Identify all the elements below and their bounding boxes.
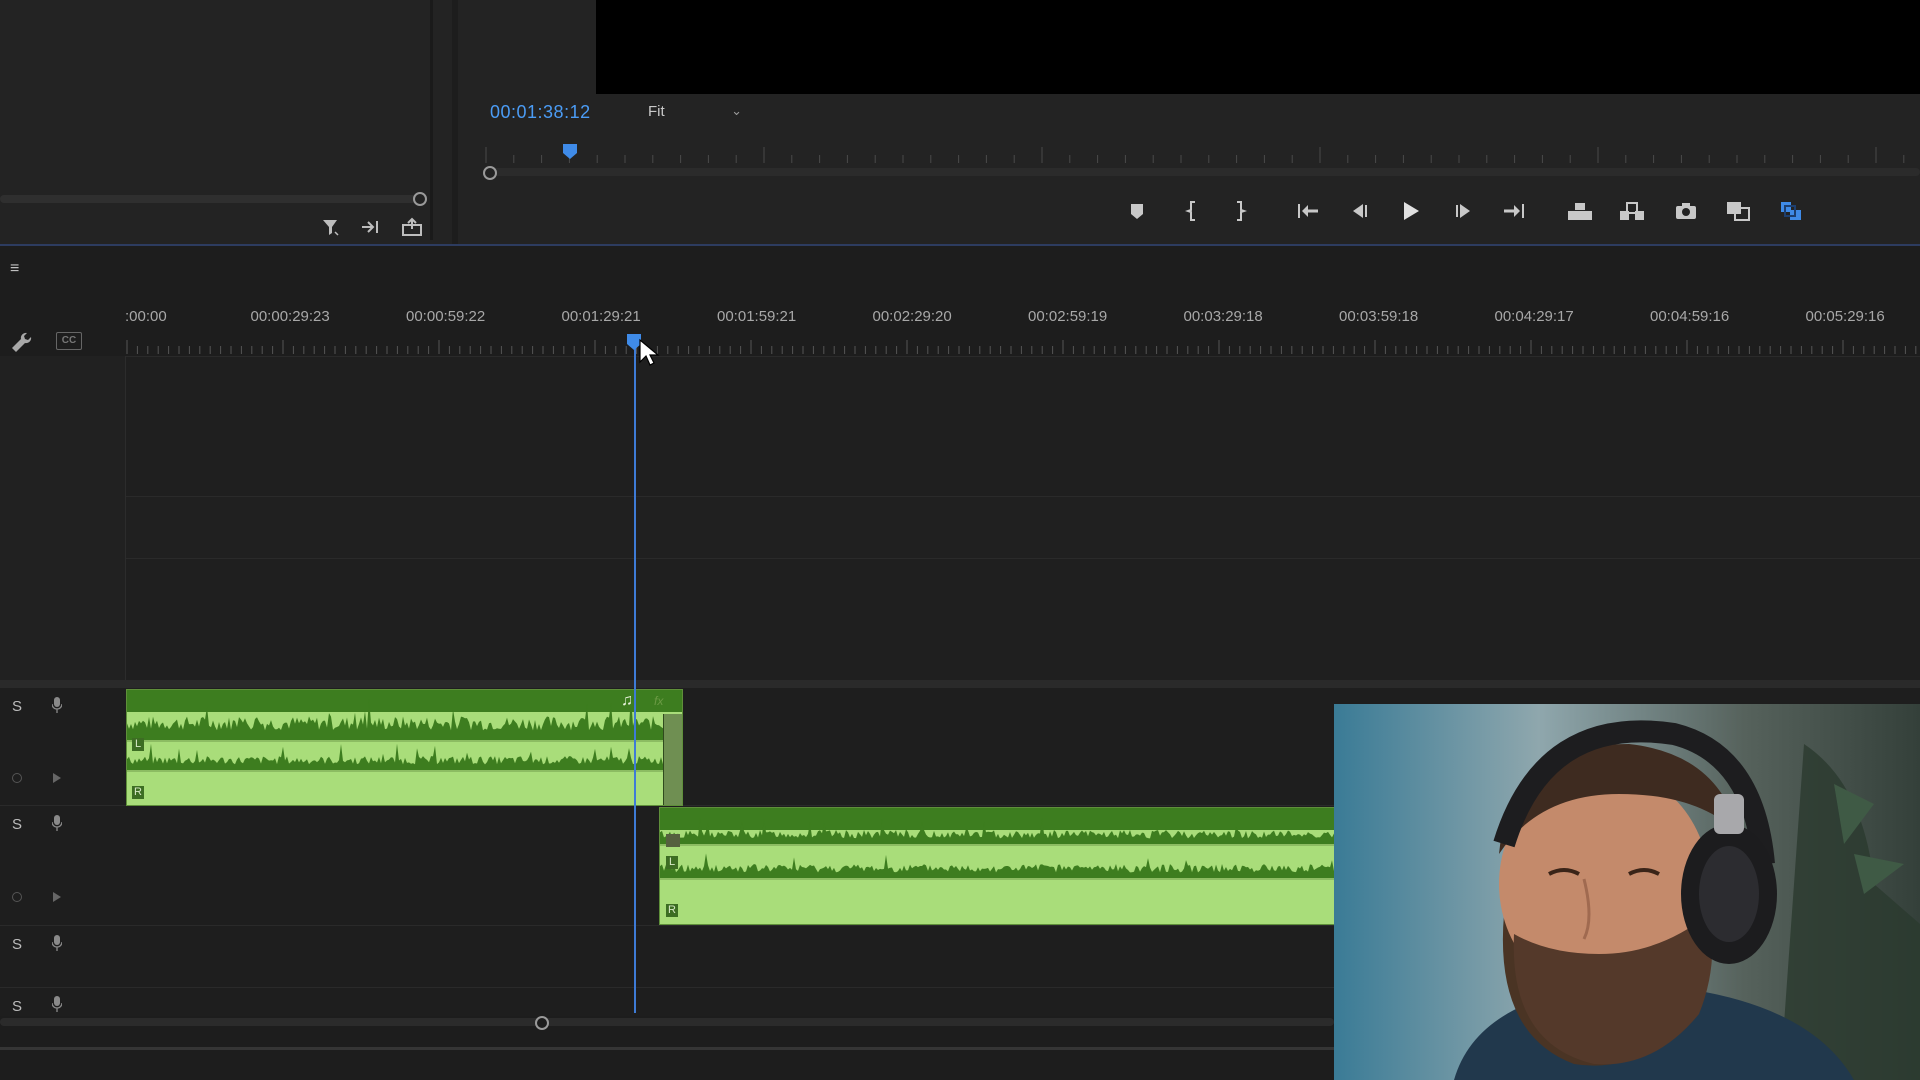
video-track[interactable]: [0, 356, 1920, 497]
waveform-channel: [660, 853, 1335, 878]
monitor-playhead[interactable]: [562, 143, 578, 159]
insert-icon[interactable]: [1564, 196, 1596, 226]
chevron-down-icon: ⌄: [731, 103, 742, 118]
audio-waveform: [127, 695, 682, 772]
ruler-time-label: 00:04:59:16: [1650, 308, 1730, 325]
mouse-cursor-icon: [639, 338, 660, 366]
channel-label-left: L: [132, 738, 144, 751]
ruler-time-label: 00:05:29:16: [1805, 308, 1885, 325]
project-panel-zoom-slider[interactable]: [0, 195, 420, 203]
ruler-time-label: 00:00:59:22: [406, 308, 486, 325]
waveform-channel: [127, 695, 682, 740]
project-panel-zoom-handle[interactable]: [413, 192, 427, 206]
video-track[interactable]: [0, 558, 1920, 681]
ruler-time-label: 00:01:29:21: [561, 308, 641, 325]
zoom-level-value: Fit: [648, 103, 665, 120]
solo-toggle-a2[interactable]: S: [12, 816, 22, 833]
panel-menu-icon[interactable]: ≡: [10, 260, 19, 278]
ruler-time-label: 00:01:59:21: [717, 308, 797, 325]
ruler-time-label: 00:04:29:17: [1494, 308, 1574, 325]
track-header-divider: [125, 356, 126, 680]
zoom-level-select[interactable]: Fit ⌄: [648, 103, 748, 125]
captions-icon[interactable]: CC: [56, 332, 82, 350]
timeline-playhead-line[interactable]: [634, 340, 636, 1013]
solo-toggle-a1[interactable]: S: [12, 698, 22, 715]
fx-badge[interactable]: fx: [654, 694, 663, 708]
mark-in-icon[interactable]: [1176, 196, 1208, 226]
microphone-icon[interactable]: [52, 697, 62, 713]
audio-clip-1[interactable]: L R ♫ fx: [126, 689, 683, 806]
microphone-icon[interactable]: [52, 815, 62, 831]
channel-label-right: R: [666, 904, 678, 917]
solo-toggle-a3[interactable]: S: [12, 936, 22, 953]
ruler-time-label: 00:02:29:20: [872, 308, 952, 325]
channel-label-right: R: [132, 786, 144, 799]
timeline-settings-wrench-icon[interactable]: [8, 328, 32, 352]
expand-triangle-icon[interactable]: [52, 891, 62, 903]
solo-toggle-a4[interactable]: S: [12, 998, 22, 1015]
video-audio-divider[interactable]: [0, 680, 1920, 687]
transition-marker[interactable]: [666, 834, 680, 847]
waveform-channel: [660, 817, 1335, 844]
playhead-timecode[interactable]: 00:01:38:12: [490, 102, 591, 123]
go-to-out-icon[interactable]: [1498, 196, 1530, 226]
video-track[interactable]: [0, 496, 1920, 559]
multi-camera-icon[interactable]: [1775, 196, 1807, 226]
transition-marker[interactable]: [663, 714, 682, 805]
channel-label-left: L: [666, 856, 678, 869]
comparison-view-icon[interactable]: [1722, 196, 1754, 226]
project-panel: [0, 0, 452, 244]
monitor-time-ruler[interactable]: [480, 145, 1920, 165]
overwrite-icon[interactable]: [1616, 196, 1648, 226]
monitor-zoom-scrollbar[interactable]: [484, 168, 1920, 176]
step-forward-icon[interactable]: [1448, 196, 1480, 226]
monitor-scroll-handle[interactable]: [483, 166, 497, 180]
expand-triangle-icon[interactable]: [52, 772, 62, 784]
panel-divider[interactable]: [430, 0, 433, 240]
video-track-headers: [0, 356, 125, 680]
waveform-channel: [127, 743, 682, 770]
audio-waveform: [660, 817, 1335, 880]
keyframe-nav-icon[interactable]: [12, 892, 22, 902]
add-marker-icon[interactable]: [1121, 196, 1153, 226]
timeline-ruler-ticks[interactable]: [125, 340, 1920, 354]
microphone-icon[interactable]: [52, 935, 62, 951]
presenter-video: [1334, 704, 1920, 1080]
ruler-time-label: :00:00: [125, 308, 167, 325]
filter-icon[interactable]: [318, 214, 344, 240]
go-to-in-icon[interactable]: [1292, 196, 1324, 226]
export-frame-icon[interactable]: [1670, 196, 1702, 226]
audio-clip-2[interactable]: L R: [659, 807, 1336, 925]
automate-to-sequence-icon[interactable]: [358, 214, 384, 240]
ruler-time-label: 00:02:59:19: [1028, 308, 1108, 325]
ruler-time-label: 00:00:29:23: [250, 308, 330, 325]
new-item-icon[interactable]: [399, 214, 425, 240]
ruler-time-label: 00:03:29:18: [1183, 308, 1263, 325]
timeline-horizontal-scrollbar[interactable]: [0, 1018, 1334, 1026]
music-note-icon: ♫: [621, 692, 633, 709]
timeline-scroll-handle[interactable]: [535, 1016, 549, 1030]
microphone-icon[interactable]: [52, 996, 62, 1012]
program-monitor-video: [596, 0, 1920, 94]
step-back-icon[interactable]: [1343, 196, 1375, 226]
mark-out-icon[interactable]: [1224, 196, 1256, 226]
ruler-time-label: 00:03:59:18: [1339, 308, 1419, 325]
timeline-bottom-edge: [0, 1047, 1334, 1050]
play-icon[interactable]: [1395, 196, 1427, 226]
keyframe-nav-icon[interactable]: [12, 773, 22, 783]
webcam-overlay: [1334, 704, 1920, 1080]
